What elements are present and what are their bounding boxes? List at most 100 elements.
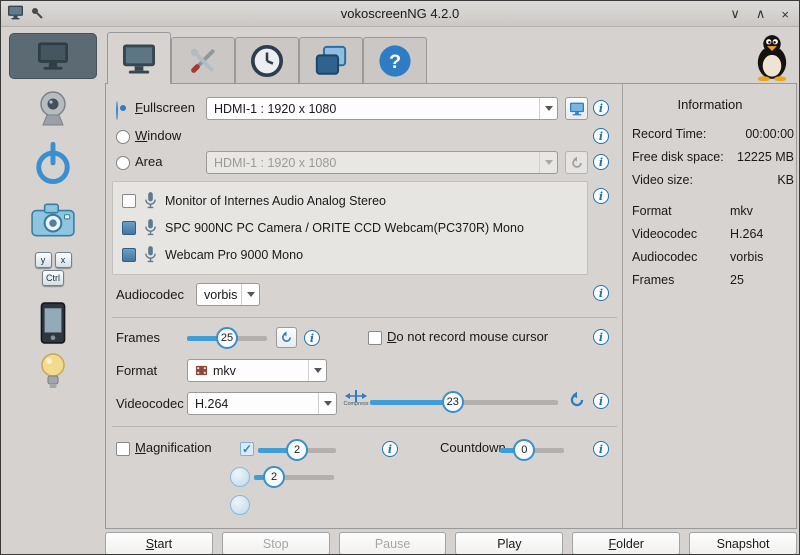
magnification-size-knob[interactable]: 2 bbox=[263, 466, 285, 488]
phone-icon bbox=[39, 302, 67, 344]
sidebar-item-player[interactable] bbox=[9, 299, 97, 347]
info-row: Videocodec H.264 bbox=[632, 227, 794, 241]
audio-device-checkbox[interactable] bbox=[122, 194, 136, 208]
format-value: mkv bbox=[213, 364, 236, 378]
sidebar-item-webcam[interactable] bbox=[9, 87, 97, 131]
window-label: Window bbox=[135, 128, 181, 143]
dropdown-arrow bbox=[241, 284, 259, 305]
sidebar-item-tips[interactable] bbox=[9, 349, 97, 395]
show-display-button[interactable] bbox=[565, 97, 588, 120]
frames-slider-knob[interactable]: 25 bbox=[216, 327, 238, 349]
info-panel-title: Information bbox=[622, 97, 798, 112]
key-y: y bbox=[35, 252, 52, 268]
audiocodec-select[interactable]: vorbis bbox=[196, 283, 260, 306]
magnification-size-slider[interactable]: 2 bbox=[254, 465, 334, 489]
info-format-value: mkv bbox=[730, 204, 753, 218]
play-button[interactable]: Play bbox=[455, 532, 563, 555]
audio-device-checkbox[interactable] bbox=[122, 221, 136, 235]
webcam-icon bbox=[33, 89, 73, 129]
videocodec-quality-knob[interactable]: 23 bbox=[442, 391, 464, 413]
fullscreen-display-select[interactable]: HDMI-1 : 1920 x 1080 bbox=[206, 97, 558, 120]
audio-device-checkbox[interactable] bbox=[122, 248, 136, 262]
audiocodec-info-icon[interactable]: i bbox=[593, 285, 609, 301]
tab-help[interactable]: ? bbox=[363, 37, 427, 83]
videocodec-quality-slider[interactable]: 23 bbox=[370, 390, 558, 414]
videocodec-select[interactable]: H.264 bbox=[187, 392, 337, 415]
area-reset-button bbox=[565, 151, 588, 174]
fullscreen-display-value: HDMI-1 : 1920 x 1080 bbox=[214, 102, 336, 116]
magnification-slider[interactable]: 2 bbox=[258, 438, 336, 462]
frames-info-icon[interactable]: i bbox=[304, 330, 320, 346]
audio-info-icon[interactable]: i bbox=[593, 188, 609, 204]
folder-button[interactable]: Folder bbox=[572, 532, 680, 555]
countdown-info-icon[interactable]: i bbox=[593, 441, 609, 457]
info-row: Free disk space: 12225 MB bbox=[632, 150, 794, 164]
mouse-cursor-info-icon[interactable]: i bbox=[593, 329, 609, 345]
area-info-icon[interactable]: i bbox=[593, 154, 609, 170]
fullscreen-radio[interactable] bbox=[116, 101, 118, 120]
magnification-size-option[interactable] bbox=[230, 495, 250, 515]
sidebar-item-shortcuts[interactable]: y x Ctrl bbox=[9, 247, 97, 291]
area-radio[interactable] bbox=[116, 156, 130, 170]
tab-windows[interactable] bbox=[299, 37, 363, 83]
magnification-size-option[interactable] bbox=[230, 467, 250, 487]
pause-button: Pause bbox=[339, 532, 447, 555]
shade-button[interactable]: ∨ bbox=[730, 6, 740, 22]
info-frames-label: Frames bbox=[632, 273, 730, 287]
svg-text:?: ? bbox=[389, 51, 401, 73]
close-button[interactable]: × bbox=[781, 7, 789, 22]
titlebar[interactable]: vokoscreenNG 4.2.0 ∨ ∧ × bbox=[1, 1, 799, 27]
action-bar: Start Stop Pause Play Folder Snapshot bbox=[105, 532, 797, 555]
audio-device-label: SPC 900NC PC Camera / ORITE CCD Webcam(P… bbox=[165, 221, 524, 235]
free-disk-label: Free disk space: bbox=[632, 150, 724, 164]
tab-tools[interactable] bbox=[171, 37, 235, 83]
magnification-size-checkbox[interactable]: ✓ bbox=[240, 442, 254, 456]
area-display-select: HDMI-1 : 1920 x 1080 bbox=[206, 151, 558, 174]
audio-device-row: Monitor of Internes Audio Analog Stereo bbox=[122, 191, 386, 210]
audiocodec-label: Audiocodec bbox=[116, 287, 184, 302]
format-select[interactable]: mkv bbox=[187, 359, 327, 382]
start-button[interactable]: Start bbox=[105, 532, 213, 555]
sidebar-item-start-record[interactable] bbox=[9, 139, 97, 189]
audio-device-row: Webcam Pro 9000 Mono bbox=[122, 245, 303, 264]
window-radio[interactable] bbox=[116, 130, 130, 144]
camera-icon bbox=[30, 202, 76, 238]
separator bbox=[112, 426, 617, 427]
clock-icon bbox=[250, 44, 284, 78]
titlebar-icons bbox=[7, 5, 43, 20]
fullscreen-info-icon[interactable]: i bbox=[593, 100, 609, 116]
mouse-cursor-label: Do not record mouse cursor bbox=[387, 329, 548, 344]
magnification-knob[interactable]: 2 bbox=[286, 439, 308, 461]
mouse-cursor-checkbox[interactable] bbox=[368, 331, 382, 345]
tab-timer[interactable] bbox=[235, 37, 299, 83]
sidebar-item-screen[interactable] bbox=[9, 33, 97, 79]
info-audiocodec-label: Audiocodec bbox=[632, 250, 730, 264]
countdown-knob[interactable]: 0 bbox=[513, 439, 535, 461]
microphone-icon bbox=[144, 218, 157, 237]
compress-label: Compress bbox=[343, 402, 368, 407]
free-disk-value: 12225 MB bbox=[737, 150, 794, 164]
magnification-info-icon[interactable]: i bbox=[382, 441, 398, 457]
undo-icon bbox=[568, 391, 586, 409]
videocodec-reset-button[interactable] bbox=[568, 391, 586, 414]
fullscreen-label: Fullscreen bbox=[135, 100, 195, 115]
window-info-icon[interactable]: i bbox=[593, 128, 609, 144]
snapshot-button[interactable]: Snapshot bbox=[689, 532, 797, 555]
countdown-label: Countdown bbox=[440, 440, 506, 455]
frames-slider[interactable]: 25 bbox=[187, 326, 267, 350]
unshade-button[interactable]: ∧ bbox=[756, 6, 766, 22]
format-label: Format bbox=[116, 363, 157, 378]
tab-screen[interactable] bbox=[107, 32, 171, 84]
power-record-icon bbox=[31, 141, 75, 187]
videocodec-value: H.264 bbox=[195, 397, 228, 411]
frames-reset-button[interactable] bbox=[276, 327, 297, 348]
magnification-checkbox[interactable] bbox=[116, 442, 130, 456]
dropdown-arrow bbox=[318, 393, 336, 414]
mkv-file-icon bbox=[195, 364, 208, 377]
video-size-value: KB bbox=[777, 173, 794, 187]
windows-icon bbox=[314, 44, 348, 78]
videocodec-info-icon[interactable]: i bbox=[593, 393, 609, 409]
countdown-slider[interactable]: 0 bbox=[500, 438, 564, 462]
info-videocodec-value: H.264 bbox=[730, 227, 763, 241]
sidebar-item-camera[interactable] bbox=[9, 197, 97, 243]
